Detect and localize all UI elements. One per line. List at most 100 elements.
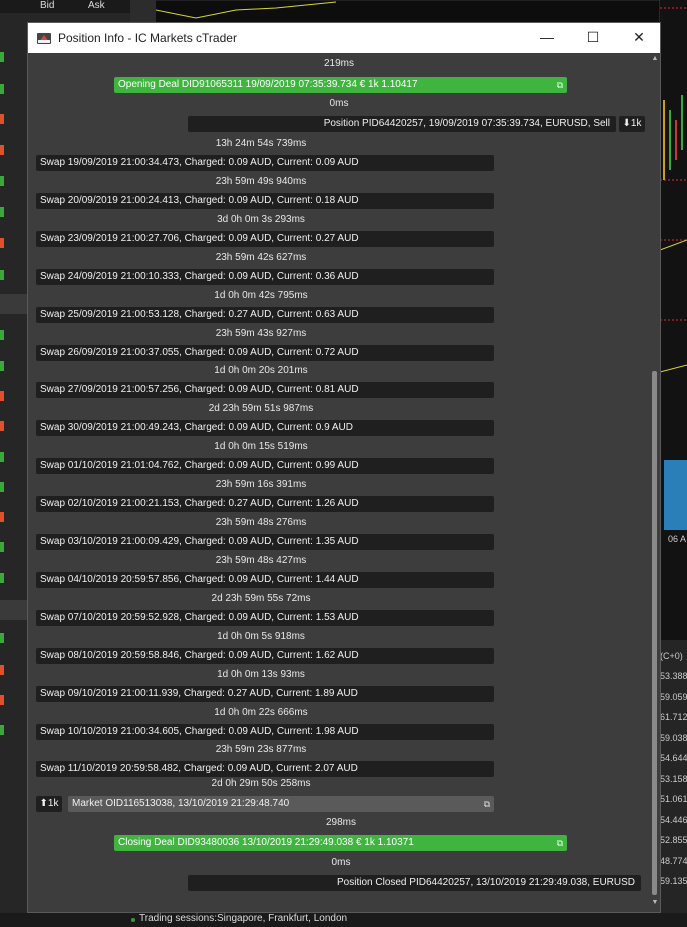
watchlist-row-edge — [0, 84, 26, 104]
swap-row[interactable]: Swap 02/10/2019 21:00:21.153, Charged: 0… — [36, 496, 494, 513]
swap-row[interactable]: Swap 24/09/2019 21:00:10.333, Charged: 0… — [36, 268, 494, 285]
swap-text: Swap 10/10/2019 21:00:34.605, Charged: 0… — [40, 725, 359, 737]
watchlist-change-marker — [0, 84, 4, 94]
market-volume-badge: ⬆1k — [36, 796, 62, 812]
chart-candles — [659, 7, 687, 530]
watchlist-change-marker — [0, 633, 4, 643]
external-link-icon[interactable]: ⧉ — [484, 796, 490, 812]
watchlist-row-edge — [0, 421, 26, 441]
time-gap: 23h 59m 43s 927ms — [215, 327, 307, 339]
time-gap: 23h 59m 42s 627ms — [215, 251, 307, 263]
watchlist-row-edge — [0, 725, 26, 745]
position-info-dialog: Position Info - IC Markets cTrader — ☐ ✕… — [27, 22, 661, 913]
watchlist-change-marker — [0, 207, 4, 217]
swap-row[interactable]: Swap 19/09/2019 21:00:34.473, Charged: 0… — [36, 155, 494, 171]
time-gap: 23h 59m 48s 427ms — [215, 554, 307, 566]
watchlist-row-edge — [0, 452, 26, 472]
time-gap: 23h 59m 49s 940ms — [215, 175, 307, 187]
watchlist-row-edge — [0, 665, 26, 685]
swap-row[interactable]: Swap 25/09/2019 21:00:53.128, Charged: 0… — [36, 306, 494, 323]
position-timeline[interactable]: 219ms Opening Deal DID91065311 19/09/201… — [28, 53, 650, 912]
right-panel-value: 54.446 — [660, 814, 687, 825]
opening-deal-text: Opening Deal DID91065311 19/09/2019 07:3… — [118, 79, 418, 90]
scroll-up-icon[interactable]: ▲ — [651, 55, 659, 62]
scrollbar-thumb[interactable] — [652, 371, 657, 895]
swap-text: Swap 19/09/2019 21:00:34.473, Charged: 0… — [40, 157, 359, 168]
swap-row[interactable]: Swap 26/09/2019 21:00:37.055, Charged: 0… — [36, 344, 494, 361]
watchlist-change-marker — [0, 695, 4, 705]
swap-row[interactable]: Swap 03/10/2019 21:00:09.429, Charged: 0… — [36, 534, 494, 550]
chart-side-area: 06 A — [659, 0, 687, 640]
minimize-button[interactable]: — — [524, 23, 570, 53]
external-link-icon[interactable]: ⧉ — [557, 835, 563, 851]
watchlist-row-edge — [0, 542, 26, 562]
swap-row[interactable]: Swap 27/09/2019 21:00:57.256, Charged: 0… — [36, 382, 494, 399]
watchlist-row-edge — [0, 482, 26, 502]
swap-text: Swap 08/10/2019 20:59:58.846, Charged: 0… — [40, 649, 359, 661]
watchlist-change-marker — [0, 330, 4, 340]
time-gap: 23h 59m 48s 276ms — [215, 517, 307, 528]
swap-row[interactable]: Swap 10/10/2019 21:00:34.605, Charged: 0… — [36, 723, 494, 740]
external-link-icon[interactable]: ⧉ — [557, 77, 563, 93]
position-row[interactable]: Position PID64420257, 19/09/2019 07:35:3… — [188, 116, 616, 132]
swap-row[interactable]: Swap 11/10/2019 20:59:58.482, Charged: 0… — [36, 761, 494, 778]
swap-text: Swap 24/09/2019 21:00:10.333, Charged: 0… — [40, 270, 359, 282]
right-panel-value: 48.774 — [660, 855, 687, 866]
maximize-button[interactable]: ☐ — [570, 23, 616, 53]
scroll-down-icon[interactable]: ▼ — [651, 899, 659, 906]
swap-text: Swap 09/10/2019 21:00:11.939, Charged: 0… — [40, 687, 358, 699]
time-gap: 3d 0h 0m 3s 293ms — [217, 213, 305, 225]
watchlist-change-marker — [0, 391, 4, 401]
time-gap: 1d 0h 0m 13s 93ms — [217, 668, 305, 680]
closing-deal-text: Closing Deal DID93480036 13/10/2019 21:2… — [118, 837, 414, 848]
ask-header: Ask — [88, 0, 105, 11]
time-gap: 1d 0h 0m 5s 918ms — [217, 630, 305, 642]
watchlist-row-edge — [0, 361, 26, 381]
chart-time-tag: 06 A — [668, 534, 687, 544]
swap-row[interactable]: Swap 08/10/2019 20:59:58.846, Charged: 0… — [36, 647, 494, 664]
swap-row[interactable]: Swap 04/10/2019 20:59:57.856, Charged: 0… — [36, 571, 494, 588]
right-panel-value: 59.059 — [660, 691, 687, 702]
dialog-titlebar[interactable]: Position Info - IC Markets cTrader — ☐ ✕ — [28, 23, 660, 53]
swap-row[interactable]: Swap 20/09/2019 21:00:24.413, Charged: 0… — [36, 192, 494, 209]
watchlist-change-marker — [0, 452, 4, 462]
watchlist-row-edge — [0, 114, 26, 134]
swap-text: Swap 26/09/2019 21:00:37.055, Charged: 0… — [40, 346, 359, 358]
watchlist-row-edge — [0, 176, 26, 196]
close-button[interactable]: ✕ — [616, 23, 662, 53]
vertical-scrollbar[interactable]: ▲ ▼ — [650, 53, 660, 912]
watchlist-change-marker — [0, 421, 4, 431]
swap-row[interactable]: Swap 01/10/2019 21:01:04.762, Charged: 0… — [36, 458, 494, 475]
market-order-row[interactable]: Market OID116513038, 13/10/2019 21:29:48… — [68, 796, 494, 812]
swap-row[interactable]: Swap 30/09/2019 21:00:49.243, Charged: 0… — [36, 420, 494, 437]
watchlist-change-marker — [0, 114, 4, 124]
market-order-text: Market OID116513038, 13/10/2019 21:29:48… — [72, 798, 290, 809]
watchlist-change-marker — [0, 361, 4, 371]
watchlist-change-marker — [0, 665, 4, 675]
bid-header: Bid — [40, 0, 55, 11]
position-closed-row[interactable]: Position Closed PID64420257, 13/10/2019 … — [188, 875, 641, 891]
time-gap: 23h 59m 16s 391ms — [215, 479, 307, 491]
position-volume-badge: ⬇1k — [619, 116, 645, 132]
time-gap: 219ms — [323, 58, 354, 69]
watchlist-change-marker — [0, 270, 4, 280]
swap-row[interactable]: Swap 23/09/2019 21:00:27.706, Charged: 0… — [36, 230, 494, 247]
watchlist-change-marker — [0, 238, 4, 248]
watchlist-row-edge — [0, 573, 26, 593]
right-panel-value: 59.038 — [660, 732, 687, 743]
watchlist-row-edge — [0, 238, 26, 258]
right-panel-value: 61.712 — [660, 712, 687, 722]
swap-text: Swap 04/10/2019 20:59:57.856, Charged: 0… — [40, 573, 359, 585]
time-gap: 13h 24m 54s 739ms — [215, 138, 307, 149]
opening-deal-row[interactable]: Opening Deal DID91065311 19/09/2019 07:3… — [114, 77, 567, 93]
swap-row[interactable]: Swap 07/10/2019 20:59:52.928, Charged: 0… — [36, 609, 494, 626]
closing-deal-row[interactable]: Closing Deal DID93480036 13/10/2019 21:2… — [114, 835, 567, 851]
swap-text: Swap 27/09/2019 21:00:57.256, Charged: 0… — [40, 384, 359, 396]
right-panel-label: (C+0) — [660, 651, 683, 661]
watchlist-row-edge — [0, 330, 26, 350]
swap-text: Swap 20/09/2019 21:00:24.413, Charged: 0… — [40, 194, 359, 206]
right-panel-value: 53.158 — [660, 773, 687, 784]
watchlist-change-marker — [0, 573, 4, 583]
watchlist-change-marker — [0, 145, 4, 155]
swap-row[interactable]: Swap 09/10/2019 21:00:11.939, Charged: 0… — [36, 685, 494, 702]
